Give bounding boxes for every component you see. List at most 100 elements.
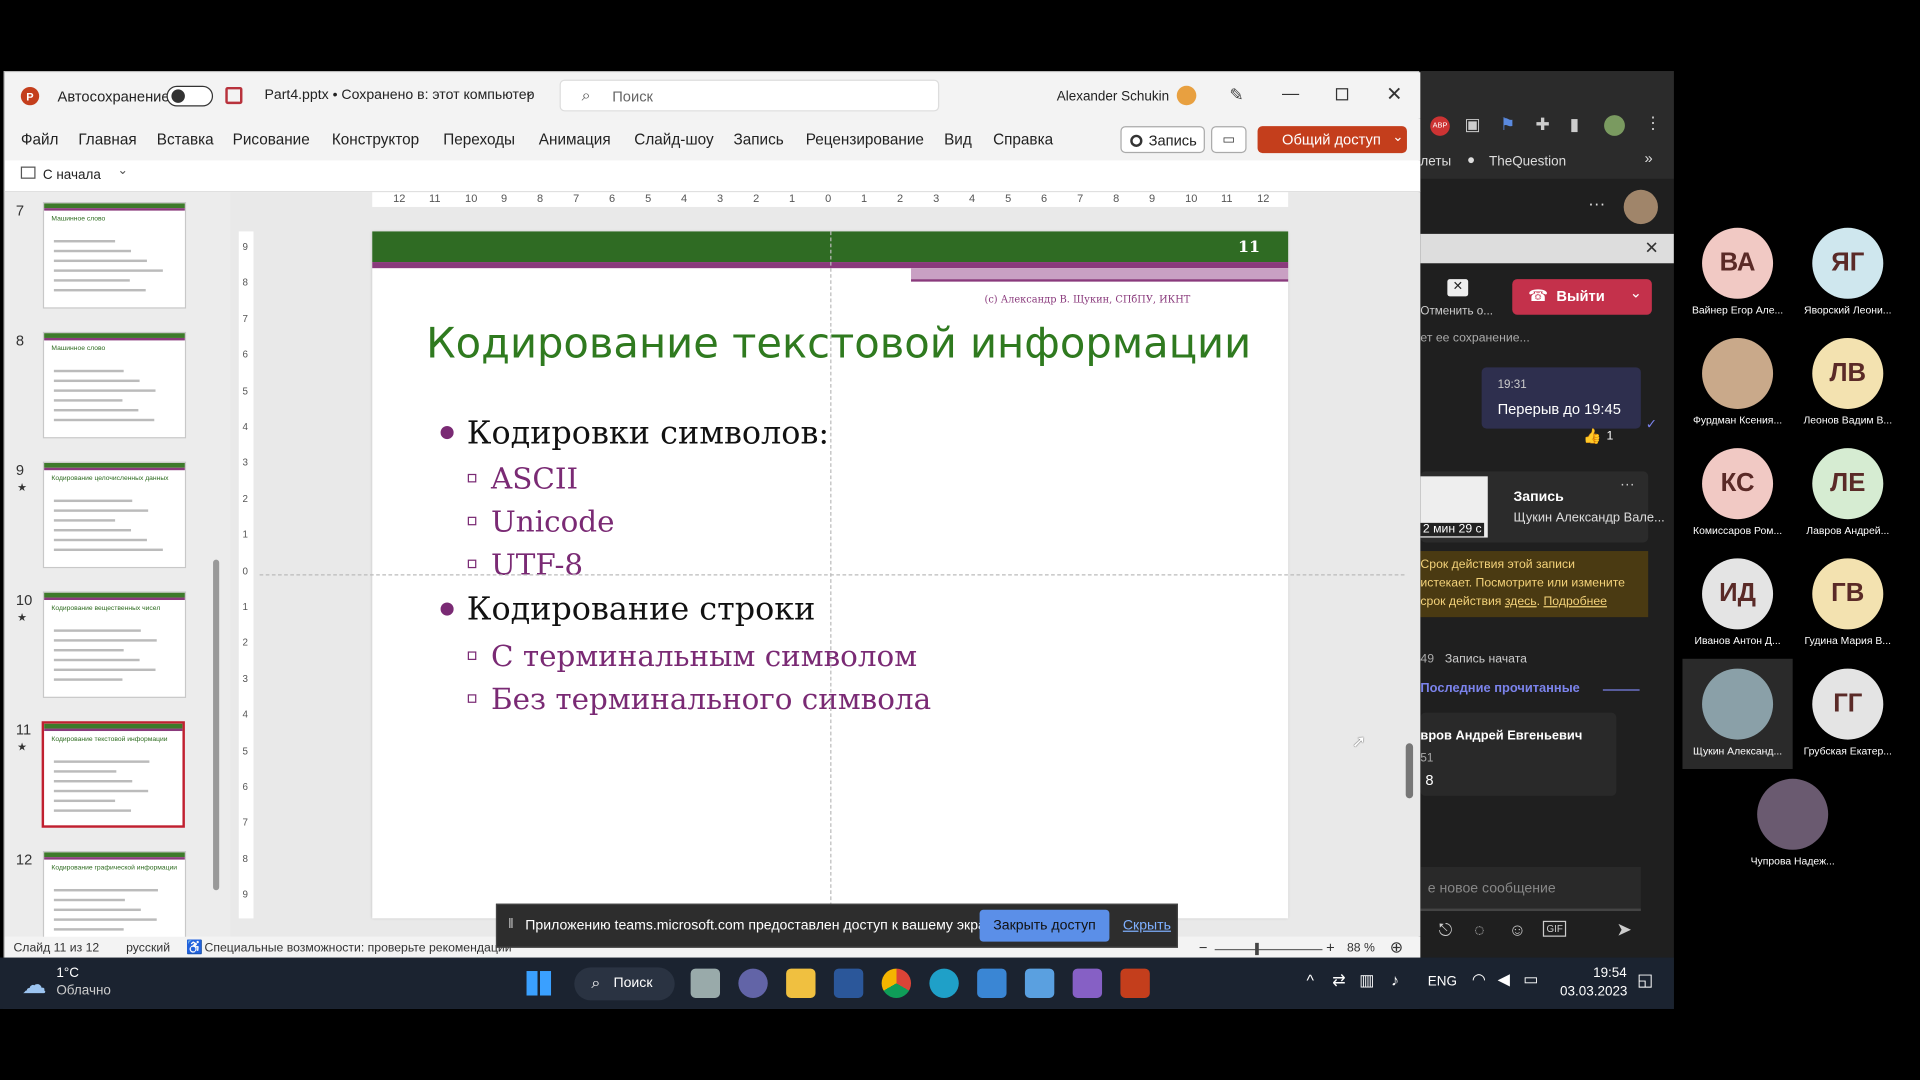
record-button[interactable]: Запись	[1120, 126, 1205, 154]
volume-icon[interactable]: ◀	[1498, 970, 1510, 990]
participant-tile[interactable]: ГГ Грубская Екатер...	[1793, 659, 1903, 769]
user-avatar[interactable]	[1176, 85, 1197, 106]
menu-review[interactable]: Рецензирование	[806, 131, 924, 148]
accessibility-status[interactable]: Специальные возможности: проверьте реком…	[204, 942, 511, 955]
start-icon[interactable]	[526, 971, 552, 996]
comments-button[interactable]: ▭	[1211, 126, 1247, 154]
autosave-toggle[interactable]	[166, 85, 214, 107]
battery-icon[interactable]: ▭	[1523, 970, 1538, 990]
participant-tile[interactable]: Чупрова Надеж...	[1738, 769, 1848, 879]
participant-tile[interactable]: ЛЕ Лавров Андрей...	[1793, 438, 1903, 548]
bookmark-thequestion[interactable]: TheQuestion	[1489, 154, 1566, 169]
loop-icon[interactable]: ◌	[1474, 920, 1484, 940]
zoom-slider[interactable]	[1214, 948, 1323, 951]
attach-icon[interactable]: ⎋	[1439, 920, 1453, 941]
word-icon[interactable]	[833, 968, 864, 998]
menu-design[interactable]: Конструктор	[332, 131, 419, 148]
menu-record[interactable]: Запись	[733, 131, 783, 148]
bookmarks-more-icon[interactable]: »	[1645, 149, 1653, 166]
microphone-icon[interactable]: ♪	[1391, 971, 1399, 989]
participant-tile[interactable]: ЯГ Яворский Леони...	[1793, 218, 1903, 328]
slide-thumbnail[interactable]: Кодирование текстовой информации	[41, 721, 185, 828]
translate-icon[interactable]: ⚑	[1500, 114, 1515, 135]
task-view-icon[interactable]	[690, 968, 721, 998]
notepad-icon[interactable]	[1024, 968, 1055, 998]
menu-animation[interactable]: Анимация	[539, 131, 611, 148]
menu-help[interactable]: Справка	[993, 131, 1053, 148]
bookmark-prefix[interactable]: леты	[1420, 154, 1451, 169]
close-panel-icon[interactable]: ✕	[1645, 238, 1659, 259]
hide-share-bar-link[interactable]: Скрыть	[1123, 918, 1171, 933]
recording-more-icon[interactable]: ···	[1620, 475, 1635, 492]
participant-tile[interactable]: ЛВ Леонов Вадим В...	[1793, 328, 1903, 438]
participant-tile[interactable]: ГВ Гудина Мария В...	[1793, 549, 1903, 659]
tray-overflow-icon[interactable]: ^	[1307, 971, 1314, 989]
menu-view[interactable]: Вид	[944, 131, 972, 148]
tray-icon-1[interactable]: ⇄	[1332, 971, 1345, 991]
file-name[interactable]: Part4.pptx • Сохранено в: этот компьютер	[264, 88, 534, 103]
save-icon[interactable]	[225, 86, 243, 105]
leave-button[interactable]: ☎ Выйти ⌄	[1512, 279, 1652, 315]
weather-icon[interactable]: ☁	[22, 970, 46, 1001]
language-indicator[interactable]: русский	[126, 942, 170, 955]
adblock-icon[interactable]: ABP	[1430, 116, 1450, 136]
user-name[interactable]: Alexander Schukin	[1057, 89, 1169, 104]
participant-tile[interactable]: Фурдман Ксения...	[1682, 328, 1792, 438]
teams-chat-icon[interactable]	[738, 968, 768, 998]
thumbs-scrollbar[interactable]	[213, 559, 220, 891]
menu-file[interactable]: Файл	[21, 131, 59, 148]
menu-transitions[interactable]: Переходы	[443, 131, 515, 148]
notifications-icon[interactable]: ◱	[1637, 970, 1653, 991]
stop-sharing-button[interactable]: Закрыть доступ	[979, 909, 1110, 942]
from-start-button[interactable]: С начала	[43, 168, 101, 183]
zoom-level[interactable]: 88 %	[1347, 942, 1375, 955]
slide-thumbnail[interactable]: Кодирование вещественных чисел	[42, 591, 187, 698]
wifi-icon[interactable]: ◠	[1472, 970, 1486, 990]
edge-icon[interactable]	[929, 968, 959, 998]
participant-tile[interactable]: Щукин Александ...	[1682, 658, 1793, 769]
puzzle-icon[interactable]: ✚	[1536, 114, 1550, 135]
meeting-avatar[interactable]	[1623, 189, 1658, 225]
gif-icon[interactable]: GIF	[1542, 920, 1567, 937]
menu-insert[interactable]: Вставка	[157, 131, 214, 148]
editor-scrollbar[interactable]	[1405, 743, 1414, 799]
compose-box[interactable]: е новое сообщение	[1420, 866, 1641, 912]
zoom-slider-thumb[interactable]	[1255, 942, 1259, 956]
warning-link-here[interactable]: здесь	[1505, 595, 1537, 608]
maximize-icon[interactable]	[1335, 88, 1349, 101]
participant-tile[interactable]: ВА Вайнер Егор Але...	[1682, 218, 1792, 328]
menu-home[interactable]: Главная	[78, 131, 136, 148]
file-explorer-icon[interactable]	[786, 968, 816, 998]
tray-icon-2[interactable]: ▥	[1359, 971, 1374, 991]
menu-slideshow[interactable]: Слайд-шоу	[634, 131, 713, 148]
ellipsis-icon[interactable]: ···	[1588, 193, 1605, 213]
minimize-icon[interactable]: —	[1282, 83, 1299, 103]
clock-time[interactable]: 19:54	[1593, 966, 1627, 981]
more-icon[interactable]: ⋮	[1645, 113, 1662, 134]
emoji-icon[interactable]: ☺	[1509, 920, 1527, 940]
slide-thumbnail[interactable]: Машинное слово	[42, 202, 187, 309]
participant-tile[interactable]: КС Комиссаров Ром...	[1682, 438, 1792, 548]
participant-tile[interactable]: ИД Иванов Антон Д...	[1682, 549, 1792, 659]
taskbar-search[interactable]: ⌕ Поиск	[574, 967, 675, 1001]
sidepanel-icon[interactable]: ▮	[1570, 114, 1579, 135]
search-box[interactable]: ⌕ Поиск	[559, 79, 940, 112]
extension-icon[interactable]: ▣	[1465, 114, 1481, 135]
chrome-icon[interactable]	[881, 968, 912, 998]
recording-card[interactable]: 2 мин 29 с Запись Щукин Александр Вале..…	[1420, 471, 1665, 543]
fit-slide-icon[interactable]: ⊕	[1390, 938, 1403, 958]
customize-icon[interactable]: ⌄	[118, 164, 128, 177]
chevron-down-icon[interactable]: ⌄	[1630, 284, 1642, 301]
warning-link-more[interactable]: Подробнее	[1543, 595, 1607, 608]
send-icon[interactable]: ➤	[1616, 918, 1631, 941]
cancel-icon[interactable]: ✕	[1447, 279, 1469, 297]
clock-date[interactable]: 03.03.2023	[1560, 984, 1627, 999]
menu-draw[interactable]: Рисование	[233, 131, 310, 148]
pen-icon[interactable]: ✎	[1229, 84, 1243, 105]
visual-studio-icon[interactable]	[1072, 968, 1103, 998]
mail-icon[interactable]	[977, 968, 1007, 998]
slide-thumbnail[interactable]: Кодирование целочисленных данных	[42, 461, 187, 569]
input-language[interactable]: ENG	[1428, 975, 1457, 990]
powerpoint-taskbar-icon[interactable]	[1120, 968, 1150, 998]
profile-icon[interactable]	[1604, 115, 1625, 136]
